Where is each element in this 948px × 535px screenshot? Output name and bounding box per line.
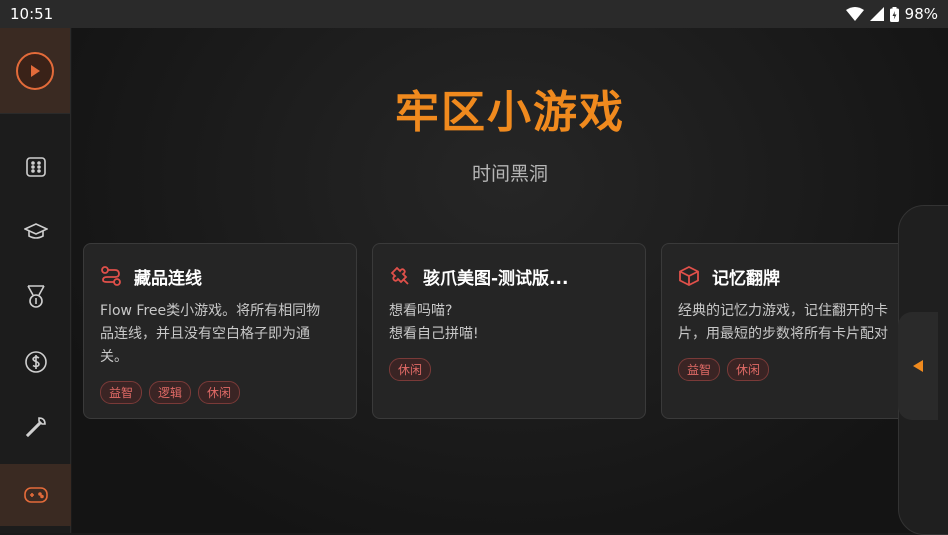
chevron-left-icon <box>913 360 923 372</box>
game-card-memory[interactable]: 记忆翻牌 经典的记忆力游戏，记住翻开的卡 片，用最短的步数将所有卡片配对 益智 … <box>661 243 931 419</box>
tag: 益智 <box>678 358 721 381</box>
status-bar: 10:51 98% <box>0 0 948 28</box>
tag: 休闲 <box>727 358 770 381</box>
card-tags: 休闲 <box>389 358 629 381</box>
card-title: 藏品连线 <box>134 268 202 289</box>
card-tags: 益智 逻辑 休闲 <box>100 381 340 404</box>
sidebar-item-tools[interactable] <box>0 396 71 458</box>
sidebar-item-games[interactable] <box>0 464 71 526</box>
sidebar-item-money[interactable] <box>0 331 71 393</box>
play-icon <box>16 51 54 90</box>
card-title: 记忆翻牌 <box>712 268 780 289</box>
card-description: 经典的记忆力游戏，记住翻开的卡 片，用最短的步数将所有卡片配对 <box>678 303 888 342</box>
tag: 休闲 <box>198 381 241 404</box>
tag: 益智 <box>100 381 143 404</box>
card-description: 想看吗喵? 想看自己拼喵! <box>389 303 479 342</box>
card-tags: 益智 休闲 <box>678 358 914 381</box>
tag: 休闲 <box>389 358 432 381</box>
wifi-icon <box>845 7 864 21</box>
sidebar-item-dice[interactable] <box>0 136 71 198</box>
drawer-toggle-button[interactable] <box>898 312 938 420</box>
sidebar <box>0 28 71 533</box>
graduation-cap-icon <box>23 223 48 239</box>
status-time: 10:51 <box>10 5 54 23</box>
puzzle-icon <box>390 266 409 285</box>
tag: 逻辑 <box>149 381 192 404</box>
cube-icon <box>679 265 699 287</box>
main-content: 牢区小游戏 时间黑洞 藏品连线 Flow Free类小游戏。将所有相同物 品连线… <box>72 28 948 533</box>
sidebar-item-medal[interactable] <box>0 266 71 328</box>
battery-icon <box>889 6 899 22</box>
game-card-puzzle[interactable]: 骇爪美图-测试版... 想看吗喵? 想看自己拼喵! 休闲 <box>372 243 646 419</box>
battery-percent: 98% <box>904 5 938 23</box>
medal-icon <box>26 285 45 308</box>
page-title: 牢区小游戏 <box>395 87 625 138</box>
route-icon <box>101 266 121 286</box>
app-logo[interactable] <box>0 28 70 114</box>
page-subtitle: 时间黑洞 <box>471 163 548 185</box>
status-icons: 98% <box>845 5 938 23</box>
wrench-icon <box>25 417 46 438</box>
dice-icon <box>25 157 46 177</box>
card-description: Flow Free类小游戏。将所有相同物 品连线，并且没有空白格子即为通 关。 <box>100 303 321 365</box>
card-title: 骇爪美图-测试版... <box>423 268 569 289</box>
game-card-flow[interactable]: 藏品连线 Flow Free类小游戏。将所有相同物 品连线，并且没有空白格子即为… <box>83 243 357 419</box>
signal-icon <box>869 7 884 21</box>
sidebar-item-learn[interactable] <box>0 201 71 263</box>
dollar-coin-icon <box>24 351 47 373</box>
gamepad-icon <box>23 487 48 503</box>
